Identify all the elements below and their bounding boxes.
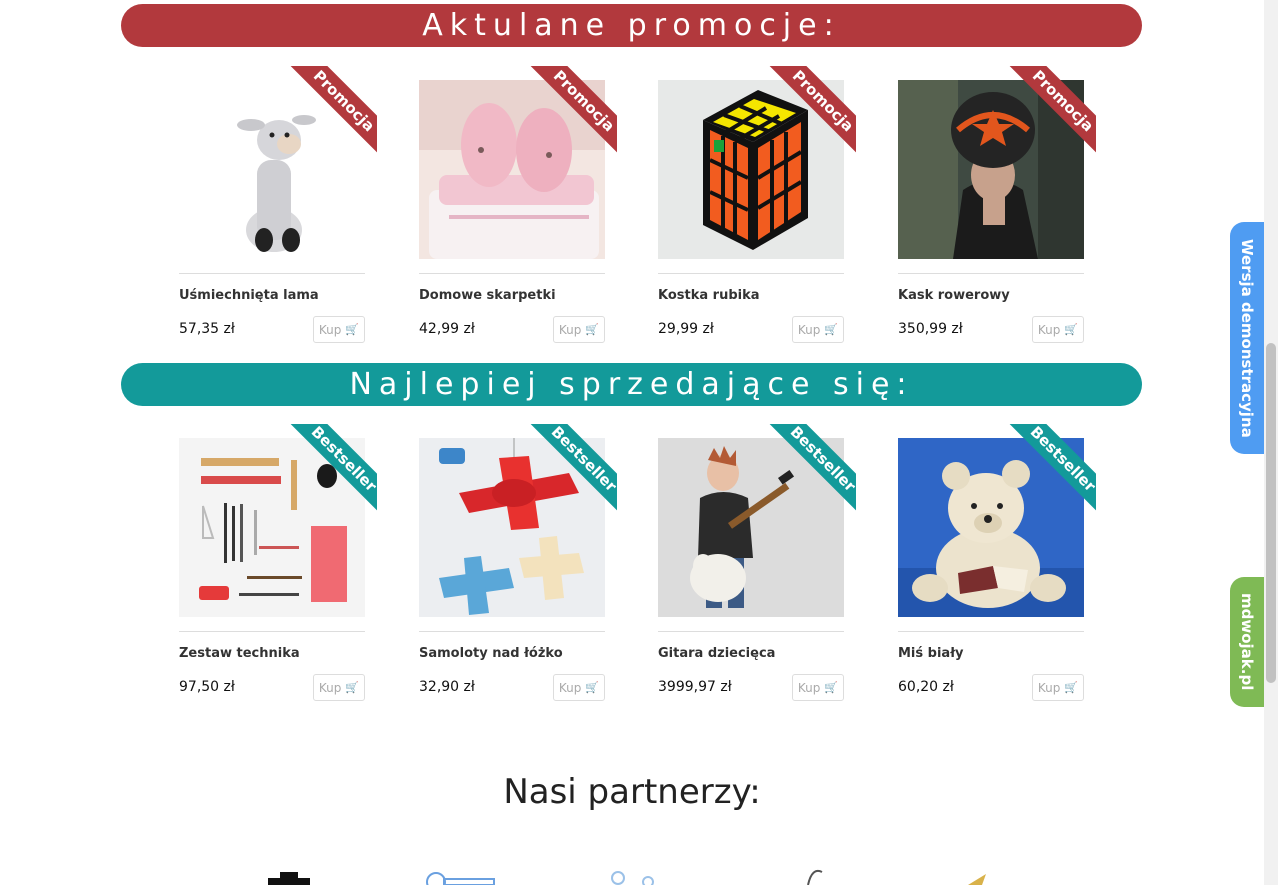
- divider: [179, 273, 365, 274]
- product-price: 60,20 zł: [898, 679, 954, 695]
- product-price: 350,99 zł: [898, 321, 963, 337]
- buy-button[interactable]: Kup 🛒: [313, 674, 365, 701]
- buy-button-label: Kup: [1037, 680, 1061, 695]
- product-price: 97,50 zł: [179, 679, 235, 695]
- product-name[interactable]: Domowe skarpetki: [419, 288, 556, 303]
- product-name[interactable]: Gitara dziecięca: [658, 646, 775, 661]
- product-price: 3999,97 zł: [658, 679, 732, 695]
- product-card: Promocja Domowe skarpetki 42,99 zł Kup 🛒: [419, 66, 617, 346]
- buy-button-label: Kup: [797, 322, 821, 337]
- product-card: Promocja Uśmiechnięta lama 57,35 zł Kup 🛒: [179, 66, 377, 346]
- promo-ribbon: Promocja: [288, 66, 377, 156]
- divider: [658, 631, 844, 632]
- product-name[interactable]: Samoloty nad łóżko: [419, 646, 563, 661]
- partners-title: Nasi partnerzy:: [503, 772, 761, 812]
- buy-button[interactable]: Kup 🛒: [1032, 674, 1084, 701]
- buy-button-label: Kup: [1037, 322, 1061, 337]
- divider: [179, 631, 365, 632]
- product-price: 29,99 zł: [658, 321, 714, 337]
- shopping-cart-icon: 🛒: [1064, 323, 1079, 336]
- bestseller-ribbon: Bestseller: [288, 424, 377, 514]
- bestsellers-products-grid: Bestseller Zestaw technika 97,50 zł Kup 🛒…: [179, 424, 1099, 704]
- partner-logo-3[interactable]: [608, 862, 668, 885]
- bestseller-ribbon: Bestseller: [1007, 424, 1096, 514]
- product-card: Promocja Kask rowerowy 350,99 zł Kup 🛒: [898, 66, 1096, 346]
- shopping-cart-icon: 🛒: [824, 681, 839, 694]
- product-card: Bestseller Zestaw technika 97,50 zł Kup 🛒: [179, 424, 377, 704]
- promo-ribbon: Promocja: [1007, 66, 1096, 156]
- product-name[interactable]: Miś biały: [898, 646, 964, 661]
- divider: [658, 273, 844, 274]
- divider: [419, 273, 605, 274]
- product-card: Promocja Kostka rubika 29,99 zł Kup 🛒: [658, 66, 856, 346]
- bestsellers-section-title: Najlepiej sprzedające się:: [121, 363, 1142, 406]
- bestseller-ribbon: Bestseller: [528, 424, 617, 514]
- partner-logos: [0, 862, 1264, 885]
- demo-version-tab[interactable]: Wersja demonstracyjna: [1230, 222, 1264, 454]
- partner-logo-2[interactable]: [424, 862, 496, 885]
- product-name[interactable]: Kask rowerowy: [898, 288, 1010, 303]
- product-price: 57,35 zł: [179, 321, 235, 337]
- shopping-cart-icon: 🛒: [345, 681, 360, 694]
- product-card: Bestseller Gitara dziecięca 3999,97 zł K…: [658, 424, 856, 704]
- product-card: Bestseller Samoloty nad łóżko 32,90 zł K…: [419, 424, 617, 704]
- scrollbar[interactable]: [1264, 0, 1278, 885]
- product-name[interactable]: Uśmiechnięta lama: [179, 288, 319, 303]
- buy-button-label: Kup: [558, 322, 582, 337]
- divider: [419, 631, 605, 632]
- buy-button[interactable]: Kup 🛒: [792, 674, 844, 701]
- shopping-cart-icon: 🛒: [824, 323, 839, 336]
- buy-button[interactable]: Kup 🛒: [553, 674, 605, 701]
- buy-button[interactable]: Kup 🛒: [1032, 316, 1084, 343]
- buy-button-label: Kup: [318, 322, 342, 337]
- partner-logo-1[interactable]: [266, 862, 312, 885]
- promo-ribbon: Promocja: [528, 66, 617, 156]
- product-card: Bestseller Miś biały 60,20 zł Kup 🛒: [898, 424, 1096, 704]
- scrollbar-thumb[interactable]: [1266, 343, 1276, 683]
- buy-button[interactable]: Kup 🛒: [313, 316, 365, 343]
- product-name[interactable]: Kostka rubika: [658, 288, 760, 303]
- divider: [898, 273, 1084, 274]
- shopping-cart-icon: 🛒: [585, 323, 600, 336]
- shopping-cart-icon: 🛒: [1064, 681, 1079, 694]
- buy-button[interactable]: Kup 🛒: [792, 316, 844, 343]
- partner-logo-5[interactable]: [960, 862, 990, 885]
- site-link-tab[interactable]: mdwojak.pl: [1230, 577, 1264, 707]
- buy-button-label: Kup: [558, 680, 582, 695]
- promo-ribbon: Promocja: [767, 66, 856, 156]
- shopping-cart-icon: 🛒: [585, 681, 600, 694]
- buy-button-label: Kup: [318, 680, 342, 695]
- promo-products-grid: Promocja Uśmiechnięta lama 57,35 zł Kup 🛒…: [179, 66, 1099, 346]
- partner-logo-4[interactable]: [800, 862, 830, 885]
- shopping-cart-icon: 🛒: [345, 323, 360, 336]
- buy-button[interactable]: Kup 🛒: [553, 316, 605, 343]
- product-price: 32,90 zł: [419, 679, 475, 695]
- promo-section-title: Aktulane promocje:: [121, 4, 1142, 47]
- bestseller-ribbon: Bestseller: [767, 424, 856, 514]
- product-price: 42,99 zł: [419, 321, 475, 337]
- product-name[interactable]: Zestaw technika: [179, 646, 300, 661]
- buy-button-label: Kup: [797, 680, 821, 695]
- divider: [898, 631, 1084, 632]
